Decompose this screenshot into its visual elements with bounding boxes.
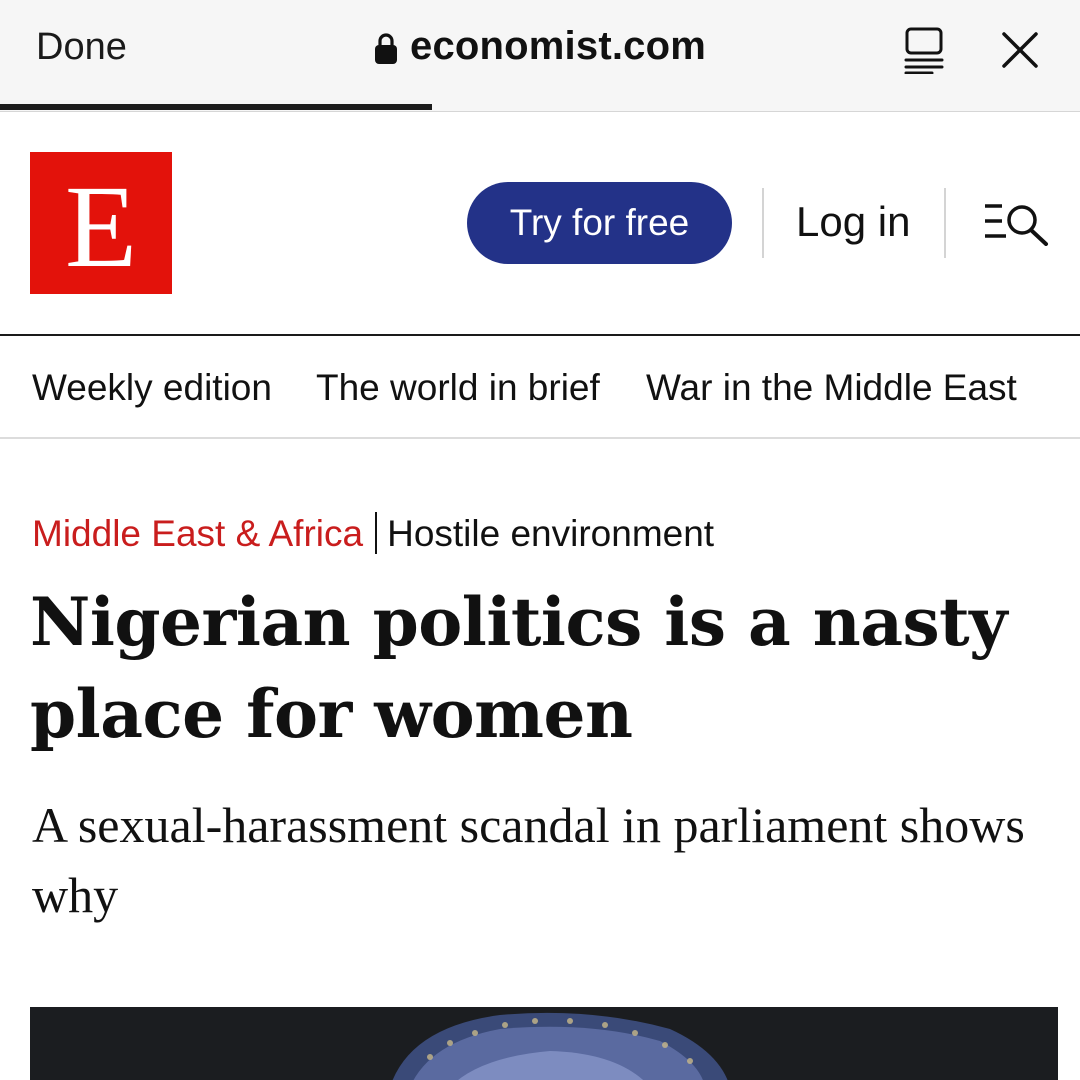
site-header: E Try for free Log in [0,112,1080,336]
economist-logo[interactable]: E [30,152,172,294]
nav-item-world-in-brief[interactable]: The world in brief [316,367,600,409]
nav-item-weekly-edition[interactable]: Weekly edition [32,367,272,409]
hero-image-graphic [30,1007,1058,1080]
page-load-progress [0,104,432,110]
browser-toolbar: Done economist.com [0,0,1080,112]
logo-letter: E [65,161,137,292]
header-divider [762,188,764,258]
section-link[interactable]: Middle East & Africa [32,513,363,554]
rubric-divider [375,512,378,554]
article-standfirst: A sexual-harassment scandal in parliamen… [32,797,1025,923]
lock-icon [375,32,397,64]
article-headline: Nigerian politics is a nasty place for w… [30,583,1008,753]
reader-mode-icon[interactable] [902,26,946,74]
close-icon[interactable] [1000,30,1040,70]
login-link[interactable]: Log in [796,198,910,246]
hero-image [30,1007,1058,1080]
fly-title: Hostile environment [387,513,715,554]
nav-item-war-middle-east[interactable]: War in the Middle East [646,367,1017,409]
article-rubric: Middle East & Africa Hostile environment [32,512,714,555]
section-nav: Weekly edition The world in brief War in… [0,337,1080,439]
try-for-free-button[interactable]: Try for free [467,182,732,264]
header-divider [944,188,946,258]
menu-search-icon[interactable] [982,200,1050,246]
url-text: economist.com [410,24,706,68]
